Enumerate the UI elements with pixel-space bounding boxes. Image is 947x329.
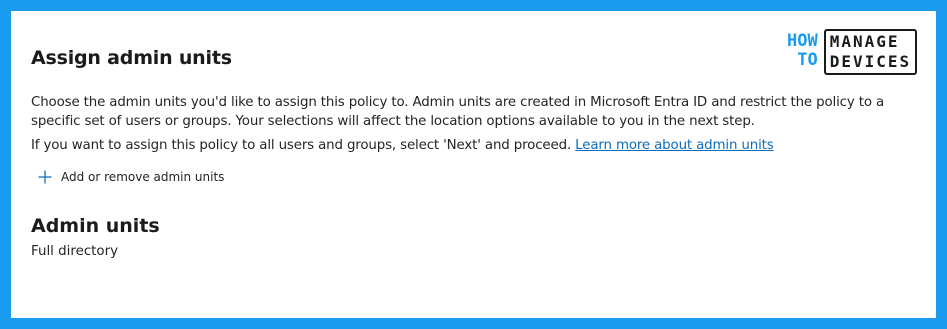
panel: Assign admin units HOW TO MANAGE DEVICES… <box>11 11 936 318</box>
admin-units-heading: Admin units <box>31 215 160 237</box>
add-remove-label: Add or remove admin units <box>61 170 225 184</box>
learn-more-link[interactable]: Learn more about admin units <box>575 138 774 153</box>
description-next-text: If you want to assign this policy to all… <box>31 138 774 153</box>
page-title: Assign admin units <box>31 47 232 69</box>
howto-manage-devices-logo: HOW TO MANAGE DEVICES <box>787 29 918 75</box>
logo-how-to: HOW TO <box>787 31 818 70</box>
add-remove-admin-units-button[interactable]: Add or remove admin units <box>37 169 224 185</box>
admin-units-value: Full directory <box>31 244 119 259</box>
plus-icon <box>38 170 52 184</box>
description-text: Choose the admin units you'd like to ass… <box>31 95 885 129</box>
logo-manage-devices: MANAGE DEVICES <box>823 29 918 75</box>
